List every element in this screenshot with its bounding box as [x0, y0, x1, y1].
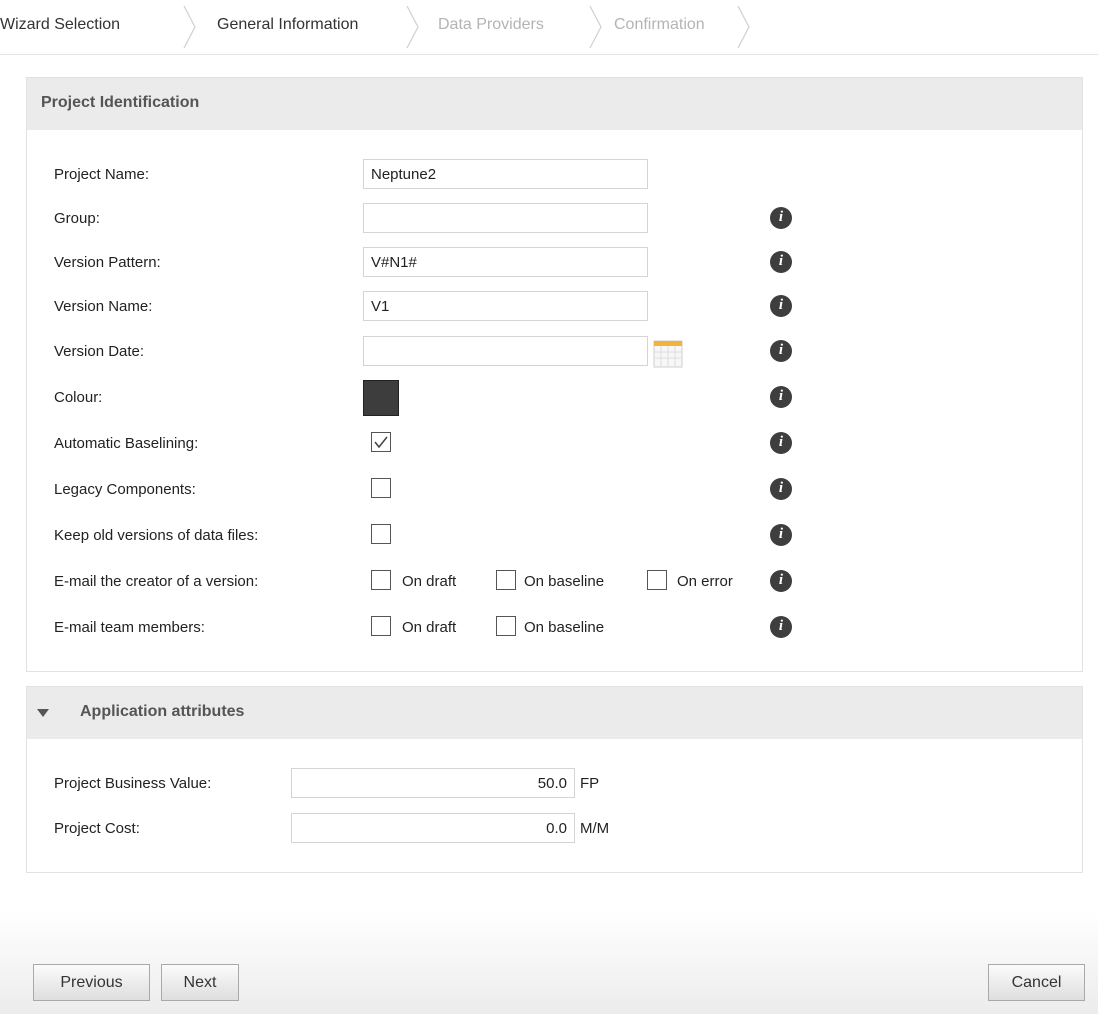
row-email-team: E-mail team members: On draft On baselin… [27, 610, 1082, 650]
panel-header: Project Identification [27, 78, 1082, 130]
email-creator-label: E-mail the creator of a version: [54, 573, 259, 590]
project-cost-label: Project Cost: [54, 820, 140, 837]
application-attributes-panel: Application attributes Project Business … [26, 686, 1083, 873]
row-project-name: Project Name: [27, 157, 1082, 197]
version-date-input[interactable] [363, 336, 648, 366]
info-icon[interactable] [770, 570, 792, 592]
email-team-label: E-mail team members: [54, 619, 205, 636]
info-icon[interactable] [770, 432, 792, 454]
row-keep-old-versions: Keep old versions of data files: [27, 518, 1082, 558]
row-project-cost: Project Cost: M/M [27, 811, 1082, 851]
collapse-arrow-icon[interactable] [37, 709, 49, 717]
email-creator-on-draft-label: On draft [402, 573, 457, 590]
next-button[interactable]: Next [161, 964, 239, 1001]
row-legacy-components: Legacy Components: [27, 472, 1082, 512]
breadcrumb-step-general-information[interactable]: General Information [217, 16, 358, 34]
project-name-label: Project Name: [54, 166, 150, 183]
version-name-input[interactable] [363, 291, 648, 321]
email-team-on-baseline-checkbox[interactable] [496, 616, 516, 636]
breadcrumb-step-data-providers: Data Providers [438, 16, 544, 33]
legacy-components-checkbox[interactable] [371, 478, 391, 498]
chevron-right-icon [589, 6, 602, 48]
legacy-components-label: Legacy Components: [54, 481, 196, 498]
email-creator-on-baseline-checkbox[interactable] [496, 570, 516, 590]
email-team-on-draft-label: On draft [402, 619, 457, 636]
colour-swatch[interactable] [363, 380, 399, 416]
project-name-input[interactable] [363, 159, 648, 189]
keep-old-versions-label: Keep old versions of data files: [54, 527, 259, 544]
business-value-unit: FP [580, 775, 600, 792]
row-version-date: Version Date: [27, 334, 1082, 374]
cancel-button[interactable]: Cancel [988, 964, 1085, 1001]
business-value-label: Project Business Value: [54, 775, 212, 792]
breadcrumb-step-confirmation: Confirmation [614, 16, 705, 33]
row-email-creator: E-mail the creator of a version: On draf… [27, 564, 1082, 604]
email-team-on-baseline-label: On baseline [524, 619, 605, 636]
version-pattern-input[interactable] [363, 247, 648, 277]
business-value-input[interactable] [291, 768, 575, 798]
email-creator-on-baseline-label: On baseline [524, 573, 605, 590]
project-identification-panel: Project Identification Project Name: Gro… [26, 77, 1083, 672]
email-creator-on-error-checkbox[interactable] [647, 570, 667, 590]
project-cost-input[interactable] [291, 813, 575, 843]
info-icon[interactable] [770, 295, 792, 317]
info-icon[interactable] [770, 207, 792, 229]
group-input[interactable] [363, 203, 648, 233]
checkmark-icon [374, 436, 388, 449]
panel-title: Application attributes [80, 703, 245, 720]
email-team-on-draft-checkbox[interactable] [371, 616, 391, 636]
breadcrumb: Wizard Selection General Information Dat… [0, 0, 1098, 55]
automatic-baselining-checkbox[interactable] [371, 432, 391, 452]
info-icon[interactable] [770, 524, 792, 546]
email-creator-on-draft-checkbox[interactable] [371, 570, 391, 590]
panel-title: Project Identification [41, 94, 200, 111]
version-name-label: Version Name: [54, 298, 153, 315]
keep-old-versions-checkbox[interactable] [371, 524, 391, 544]
chevron-right-icon [737, 6, 750, 48]
breadcrumb-step-wizard-selection[interactable]: Wizard Selection [0, 16, 120, 34]
chevron-right-icon [183, 6, 196, 48]
version-pattern-label: Version Pattern: [54, 254, 161, 271]
info-icon[interactable] [770, 340, 792, 362]
previous-button[interactable]: Previous [33, 964, 150, 1001]
info-icon[interactable] [770, 251, 792, 273]
email-creator-on-error-label: On error [677, 573, 733, 590]
version-date-label: Version Date: [54, 343, 145, 360]
automatic-baselining-label: Automatic Baselining: [54, 435, 199, 452]
info-icon[interactable] [770, 478, 792, 500]
row-group: Group: [27, 201, 1082, 241]
info-icon[interactable] [770, 386, 792, 408]
panel-header[interactable]: Application attributes [27, 687, 1082, 739]
chevron-right-icon [406, 6, 419, 48]
wizard-footer: Previous Next Cancel [0, 912, 1098, 1014]
group-label: Group: [54, 210, 100, 227]
row-colour: Colour: [27, 380, 1082, 420]
row-version-name: Version Name: [27, 289, 1082, 329]
project-cost-unit: M/M [580, 820, 610, 837]
info-icon[interactable] [770, 616, 792, 638]
colour-label: Colour: [54, 389, 103, 406]
row-automatic-baselining: Automatic Baselining: [27, 426, 1082, 466]
row-version-pattern: Version Pattern: [27, 245, 1082, 285]
calendar-icon[interactable] [653, 338, 683, 368]
row-business-value: Project Business Value: FP [27, 766, 1082, 806]
